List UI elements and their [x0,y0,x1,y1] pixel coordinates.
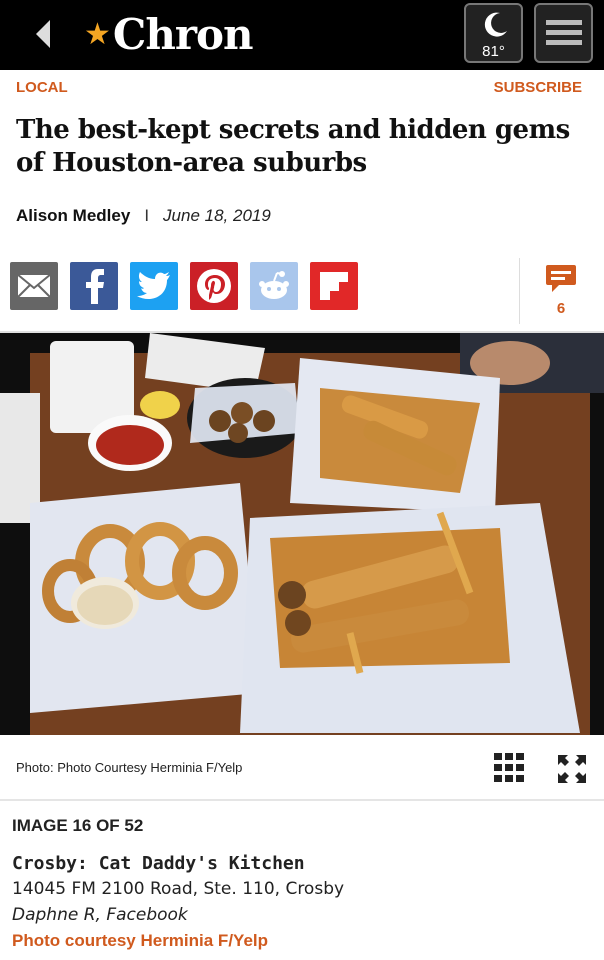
facebook-icon[interactable] [70,262,118,310]
logo-star-icon: ★ [84,16,111,52]
back-arrow-icon[interactable] [30,14,60,54]
gallery-photo-credit: Photo courtesy Herminia F/Yelp [12,931,269,950]
temperature-readout: 81° [482,43,505,60]
article-headline: The best-kept secrets and hidden gems of… [16,115,570,178]
divider [0,799,604,801]
subscribe-link[interactable]: SUBSCRIBE [494,79,582,96]
section-label[interactable]: LOCAL [16,79,68,96]
image-count: IMAGE 16 OF 52 [12,816,144,835]
flipboard-icon[interactable] [310,262,358,310]
article-photo[interactable] [0,333,604,735]
share-bar [10,262,358,310]
byline-separator: I [144,206,150,225]
photo-caption: Photo: Photo Courtesy Herminia F/Yelp [16,760,243,775]
moon-icon [484,12,507,37]
comments-divider [519,258,520,324]
weather-button[interactable]: 81° [464,3,523,63]
email-icon[interactable] [10,262,58,310]
comment-bubble-icon [546,265,576,292]
hamburger-menu-icon[interactable] [534,3,593,63]
gallery-item-source: Daphne R, Facebook [12,905,188,925]
chron-logo[interactable]: ★ Chron [84,8,254,60]
byline: Alison Medley I June 18, 2019 [16,206,271,226]
photo-caption-bar: Photo: Photo Courtesy Herminia F/Yelp [0,735,604,799]
grid-view-icon[interactable] [494,753,524,783]
pinterest-icon[interactable] [190,262,238,310]
author-name[interactable]: Alison Medley [16,206,130,226]
top-nav-bar: ★ Chron 81° [0,0,604,70]
twitter-icon[interactable] [130,262,178,310]
logo-text: Chron [112,9,254,59]
comment-count: 6 [556,300,566,317]
comments-button[interactable]: 6 [540,264,582,317]
gallery-item-address: 14045 FM 2100 Road, Ste. 110, Crosby [12,879,345,899]
reddit-icon[interactable] [250,262,298,310]
publish-date: June 18, 2019 [163,206,271,225]
fullscreen-icon[interactable] [556,753,588,785]
gallery-item-title: Crosby: Cat Daddy's Kitchen [12,853,305,874]
